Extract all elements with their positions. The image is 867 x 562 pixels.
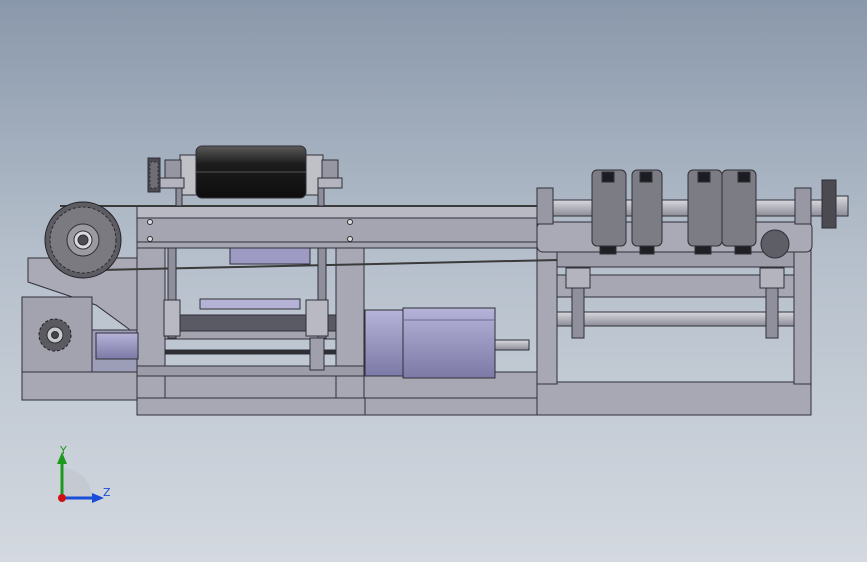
machine-assembly-model[interactable] [0, 0, 867, 562]
main-rail [136, 205, 538, 249]
axis-z-label: Z [103, 486, 111, 499]
small-sprocket [38, 318, 72, 352]
cad-viewport[interactable]: Y Z [0, 0, 867, 562]
top-roller [147, 145, 343, 207]
axis-y-label: Y [60, 444, 67, 457]
large-sprocket [44, 201, 122, 279]
